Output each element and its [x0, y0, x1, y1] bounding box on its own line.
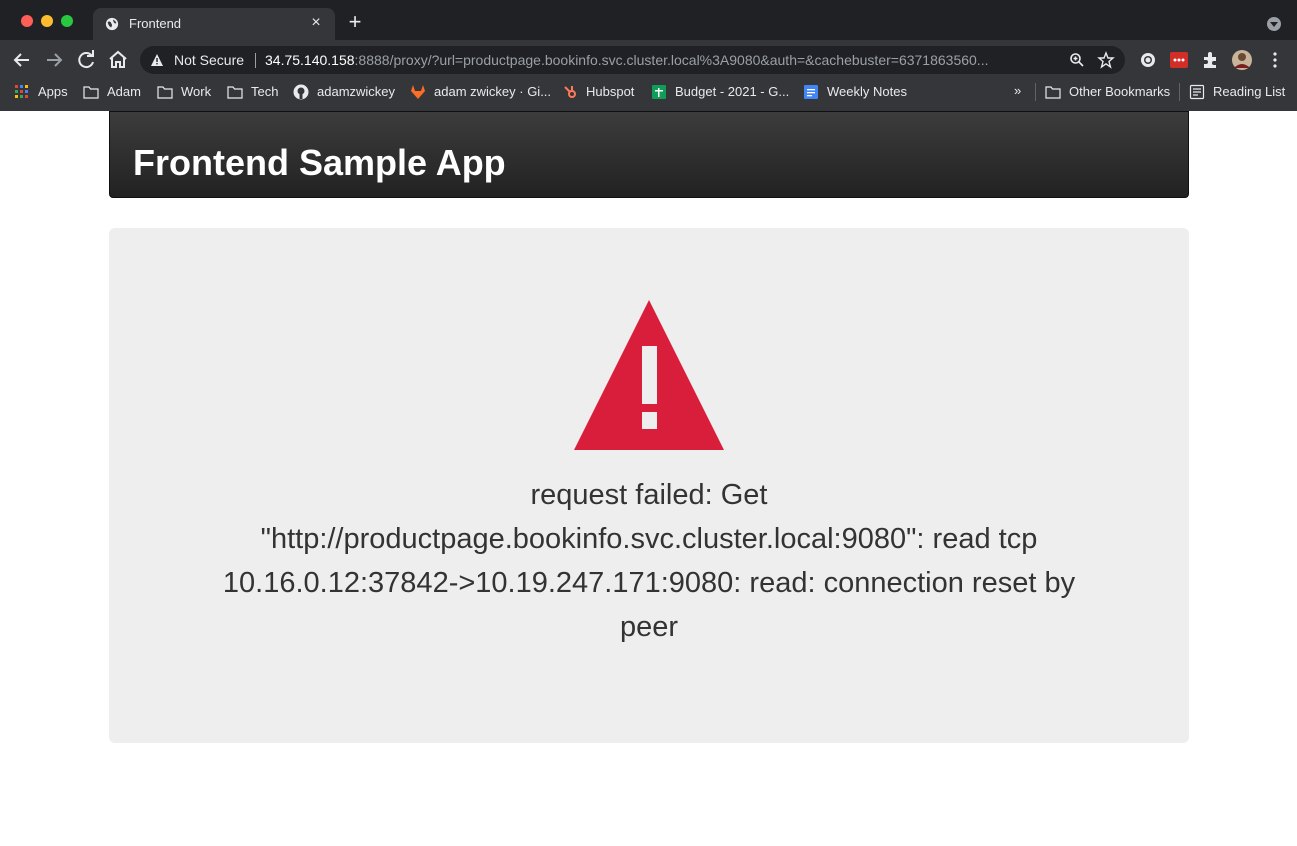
github-icon: [293, 84, 309, 100]
bookmark-label: Hubspot: [586, 84, 635, 99]
home-icon[interactable]: [106, 48, 130, 72]
bookmark-star-icon[interactable]: [1097, 51, 1115, 69]
lastpass-icon[interactable]: [1168, 49, 1190, 71]
bookmark-label: adam zwickey · Gi...: [434, 84, 552, 99]
close-window-button[interactable]: [21, 15, 33, 27]
sheets-icon: [652, 85, 666, 99]
extensions-puzzle-icon[interactable]: [1200, 49, 1222, 71]
reading-list-icon: [1189, 84, 1205, 100]
bookmark-label: Apps: [38, 84, 68, 99]
folder-icon: [1045, 86, 1061, 99]
back-icon[interactable]: [10, 48, 34, 72]
bookmark-label: adamzwickey: [317, 84, 396, 99]
extension-circle-icon[interactable]: [1137, 49, 1159, 71]
bookmark-label: Tech: [251, 84, 279, 99]
gitlab-icon: [411, 85, 425, 99]
bookmarks-divider: [1035, 83, 1036, 101]
address-bar[interactable]: Not Secure 34.75.140.158:8888/proxy/?url…: [140, 46, 1125, 74]
bookmark-label: Adam: [107, 84, 141, 99]
folder-icon: [157, 86, 173, 99]
bookmark-label: Weekly Notes: [827, 84, 907, 99]
browser-chrome: Frontend × + Not Secure 34.75.140.158:88…: [0, 0, 1297, 111]
minimize-window-button[interactable]: [41, 15, 53, 27]
reload-icon[interactable]: [74, 48, 98, 72]
error-message: request failed: Get "http://productpage.…: [222, 479, 1076, 643]
hubspot-icon: [564, 86, 576, 98]
profile-avatar-icon[interactable]: [1231, 49, 1253, 71]
omnibox-divider: [255, 53, 256, 68]
tab-search-icon[interactable]: [1267, 17, 1281, 31]
forward-icon[interactable]: [42, 48, 66, 72]
zoom-icon[interactable]: [1069, 52, 1085, 68]
new-tab-button[interactable]: +: [345, 11, 365, 33]
folder-icon: [83, 86, 99, 99]
security-indicator[interactable]: Not Secure: [174, 52, 244, 68]
other-bookmarks-label: Other Bookmarks: [1069, 84, 1171, 99]
alert-triangle-icon: [574, 300, 724, 450]
apps-grid-icon: [15, 85, 28, 98]
reading-list-label: Reading List: [1213, 84, 1286, 99]
globe-icon: [105, 17, 119, 31]
bookmarks-divider: [1179, 83, 1180, 101]
bookmarks-overflow-button[interactable]: »: [1014, 83, 1021, 101]
tab-title: Frontend: [129, 16, 182, 31]
bookmark-label: Budget - 2021 - G...: [675, 84, 790, 99]
folder-icon: [227, 86, 243, 99]
error-panel: request failed: Get "http://productpage.…: [109, 228, 1189, 743]
url-host: 34.75.140.158: [265, 52, 355, 68]
menu-dots-icon[interactable]: [1264, 49, 1286, 71]
url-text[interactable]: 34.75.140.158:8888/proxy/?url=productpag…: [265, 52, 1065, 68]
bookmarks-bar: Apps Adam Work Tech adamzwickey adam zwi…: [0, 80, 1297, 104]
bookmark-label: Work: [181, 84, 212, 99]
tab-close-icon[interactable]: ×: [307, 14, 325, 32]
app-header: Frontend Sample App: [109, 111, 1189, 198]
tab-strip: Frontend × +: [0, 0, 1297, 40]
page-title: Frontend Sample App: [133, 142, 506, 183]
url-path: :8888/proxy/?url=productpage.bookinfo.sv…: [354, 52, 989, 68]
tab-frontend[interactable]: Frontend ×: [93, 8, 335, 40]
docs-icon: [804, 85, 818, 99]
warning-icon: [151, 54, 163, 66]
zoom-window-button[interactable]: [61, 15, 73, 27]
